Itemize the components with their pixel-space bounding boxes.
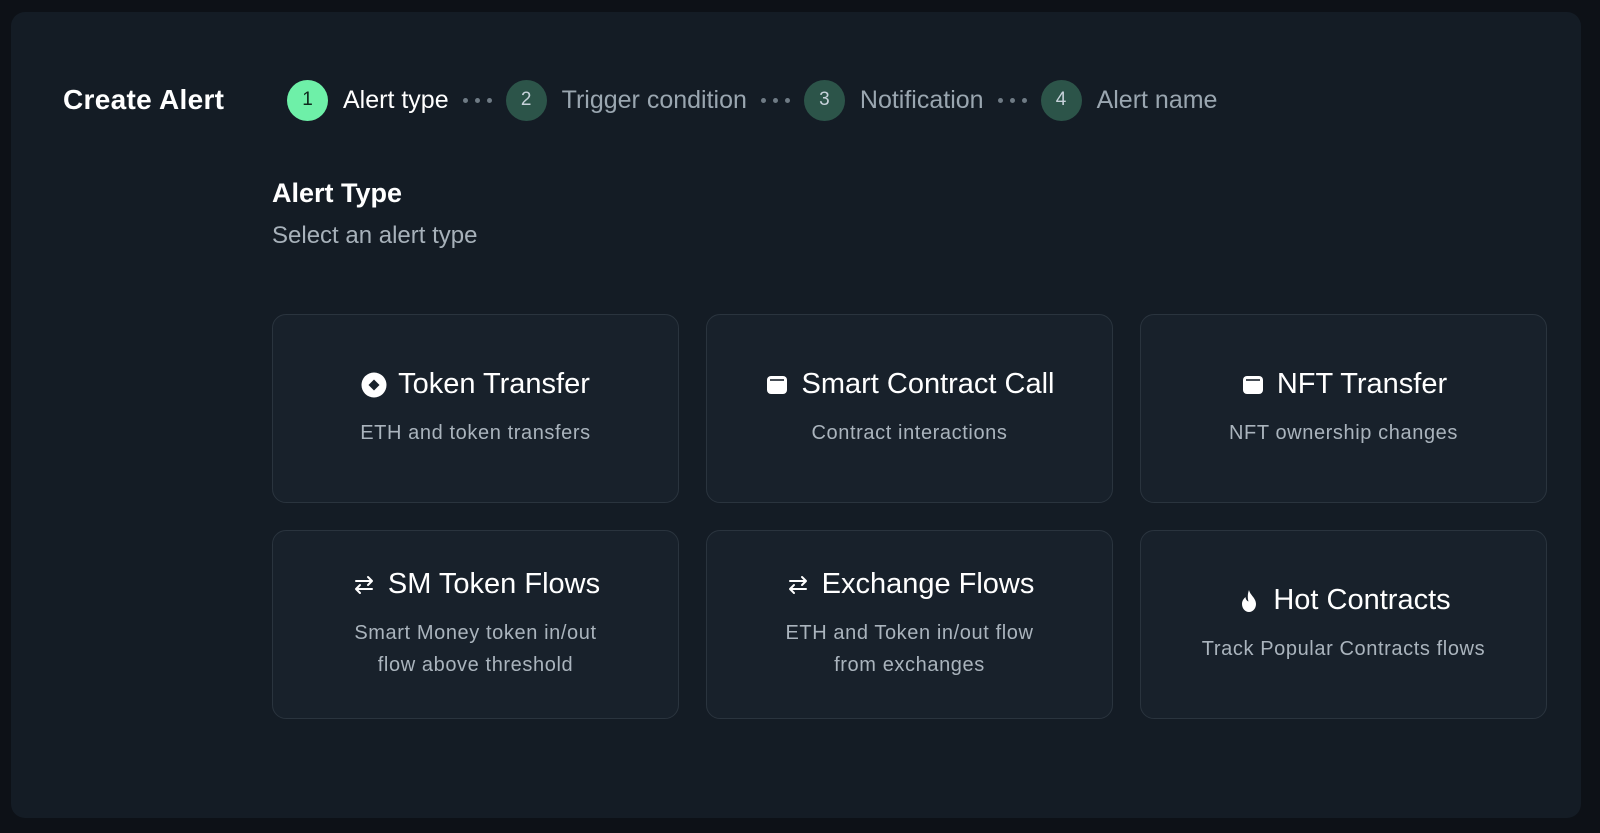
step-label: Alert type	[343, 85, 449, 114]
section-title: Alert Type	[272, 178, 403, 208]
card-exchange-flows[interactable]: Exchange Flows ETH and Token in/out flow…	[706, 530, 1113, 719]
wallet-icon	[1240, 372, 1266, 398]
card-title: Hot Contracts	[1273, 584, 1451, 616]
page-title: Create Alert	[63, 84, 225, 115]
step-alert-type[interactable]: 1 Alert type	[287, 79, 449, 121]
step-alert-name[interactable]: 4 Alert name	[1040, 79, 1218, 121]
card-description: ETH and Token in/out flow from exchanges	[785, 622, 1034, 676]
card-smart-contract-call[interactable]: Smart Contract Call Contract interaction…	[706, 314, 1113, 503]
wallet-icon	[764, 372, 790, 398]
step-label: Alert name	[1096, 85, 1218, 114]
card-description: Contract interactions	[811, 422, 1008, 444]
card-hot-contracts[interactable]: Hot Contracts Track Popular Contracts fl…	[1140, 530, 1547, 719]
card-nft-transfer[interactable]: NFT Transfer NFT ownership changes	[1140, 314, 1547, 503]
step-separator	[462, 97, 492, 103]
step-label: Notification	[859, 85, 984, 114]
card-title: Token Transfer	[398, 368, 590, 400]
step-number: 1	[287, 79, 328, 121]
header: Create Alert 1 Alert type 2 Trigger cond…	[63, 68, 1217, 132]
card-description: Track Popular Contracts flows	[1201, 638, 1486, 660]
card-description: Smart Money token in/out flow above thre…	[354, 622, 597, 676]
stepper: 1 Alert type 2 Trigger condition 3 Notif…	[287, 79, 1218, 121]
swap-arrows-icon	[785, 572, 811, 598]
card-sm-token-flows[interactable]: SM Token Flows Smart Money token in/out …	[272, 530, 679, 719]
swap-arrows-icon	[351, 572, 377, 598]
step-number: 2	[505, 79, 547, 121]
card-title: Exchange Flows	[821, 568, 1035, 600]
card-token-transfer[interactable]: Token Transfer ETH and token transfers	[272, 314, 679, 503]
step-separator	[997, 97, 1027, 103]
step-notification[interactable]: 3 Notification	[803, 79, 984, 121]
token-icon	[361, 372, 387, 398]
alert-type-grid: Token Transfer ETH and token transfers S…	[272, 314, 1547, 719]
card-title: Smart Contract Call	[801, 368, 1055, 400]
step-trigger-condition[interactable]: 2 Trigger condition	[505, 79, 747, 121]
step-number: 4	[1040, 79, 1082, 121]
step-label: Trigger condition	[561, 85, 747, 114]
create-alert-panel: Create Alert 1 Alert type 2 Trigger cond…	[11, 12, 1581, 818]
step-number: 3	[803, 79, 845, 121]
flame-icon	[1236, 588, 1262, 614]
card-description: ETH and token transfers	[360, 422, 591, 444]
card-title: NFT Transfer	[1276, 368, 1448, 400]
card-title: SM Token Flows	[387, 568, 601, 600]
section-subtitle: Select an alert type	[272, 222, 478, 249]
step-separator	[760, 97, 790, 103]
card-description: NFT ownership changes	[1228, 422, 1458, 444]
